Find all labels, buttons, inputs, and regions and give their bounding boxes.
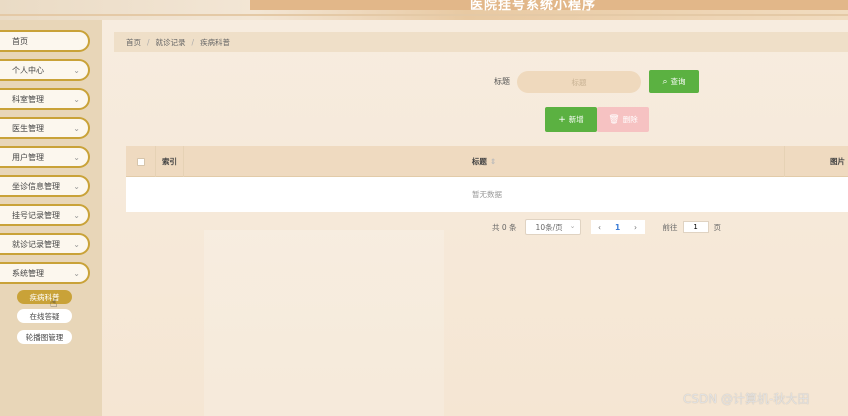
chevron-down-icon: ⌄ [73, 240, 80, 249]
select-all-checkbox[interactable] [136, 157, 145, 166]
delete-button[interactable]: 🗑 删除 [597, 107, 649, 132]
sidebar-item-visit-records[interactable]: 就诊记录管理 ⌄ [0, 233, 90, 255]
chevron-down-icon: ⌄ [73, 211, 80, 220]
page-size-value: 10条/页 [535, 222, 563, 232]
title-search-input[interactable] [517, 71, 641, 93]
sidebar-item-profile[interactable]: 个人中心 ⌄ [0, 59, 90, 81]
pagination: 共 0 条 10条/页 ⌄ ‹ 1 › 前往 页 [492, 219, 721, 235]
column-header-image: 图片 [830, 157, 845, 166]
submenu-item-carousel[interactable]: 轮播图管理 [17, 330, 72, 344]
table-header: 索引 标题 ⇕ 图片 [126, 146, 848, 177]
breadcrumb-visit-records[interactable]: 就诊记录 [156, 37, 186, 48]
sidebar-item-home[interactable]: 首页 [0, 30, 90, 52]
header-divider [0, 14, 848, 16]
chevron-down-icon: ⌄ [73, 182, 80, 191]
search-icon: ⌕ [662, 76, 668, 87]
sidebar-item-users[interactable]: 用户管理 ⌄ [0, 146, 90, 168]
breadcrumb-current: 疾病科普 [200, 37, 231, 47]
top-header: 医院挂号系统小程序 [0, 0, 848, 20]
sidebar-item-label: 医生管理 [12, 123, 44, 133]
hand-pointer-icon: ☝ [50, 296, 58, 310]
chevron-down-icon: ⌄ [73, 269, 80, 278]
search-label: 标题 [494, 77, 510, 86]
sidebar: 首页 个人中心 ⌄ 科室管理 ⌄ 医生管理 ⌄ 用户管理 ⌄ 坐诊信息管理 ⌄ … [0, 20, 102, 416]
sort-icon[interactable]: ⇕ [490, 157, 496, 166]
main-content: 首页 / 就诊记录 / 疾病科普 标题 ⌕ 查询 + 新增 🗑 删除 索引 标题… [102, 20, 848, 416]
goto-prefix: 前往 [662, 222, 678, 232]
pager: ‹ 1 › [590, 220, 645, 234]
breadcrumb-separator: / [191, 37, 195, 47]
submenu-item-online-qa[interactable]: 在线答疑 [17, 309, 72, 323]
next-page-icon[interactable]: › [627, 223, 645, 232]
breadcrumb: 首页 / 就诊记录 / 疾病科普 [114, 32, 848, 52]
sidebar-item-clinic-schedule[interactable]: 坐诊信息管理 ⌄ [0, 175, 90, 197]
add-button[interactable]: + 新增 [545, 107, 597, 132]
goto-suffix: 页 [713, 222, 722, 232]
search-button[interactable]: ⌕ 查询 [649, 70, 699, 93]
page-size-select[interactable]: 10条/页 ⌄ [524, 219, 581, 235]
sidebar-item-label: 坐诊信息管理 [12, 181, 60, 191]
watermark: CSDN @计算机-秋大田 [683, 392, 810, 406]
column-title-label: 标题 [471, 157, 487, 166]
column-header-index: 索引 [156, 146, 184, 177]
sidebar-item-label: 个人中心 [12, 65, 44, 75]
sidebar-item-label: 首页 [12, 36, 28, 46]
search-button-label: 查询 [670, 77, 686, 86]
sidebar-item-departments[interactable]: 科室管理 ⌄ [0, 88, 90, 110]
sidebar-item-label: 挂号记录管理 [12, 210, 60, 220]
trash-icon: 🗑 [608, 114, 620, 125]
sidebar-item-label: 系统管理 [12, 268, 44, 278]
chevron-down-icon: ⌄ [73, 124, 80, 133]
sidebar-item-doctors[interactable]: 医生管理 ⌄ [0, 117, 90, 139]
breadcrumb-home[interactable]: 首页 [126, 37, 141, 48]
add-button-label: 新增 [568, 115, 584, 124]
chevron-down-icon: ⌄ [73, 95, 80, 104]
chevron-down-icon: ⌄ [569, 222, 576, 230]
sidebar-item-label: 用户管理 [12, 152, 44, 162]
chevron-down-icon: ⌄ [73, 153, 80, 162]
submenu-item-disease-info[interactable]: 疾病科普 [17, 290, 72, 304]
delete-button-label: 删除 [622, 115, 638, 124]
plus-icon: + [558, 114, 566, 125]
sidebar-item-label: 科室管理 [12, 94, 44, 104]
column-header-title[interactable]: 标题 ⇕ [184, 146, 785, 177]
chevron-down-icon: ⌄ [73, 66, 80, 75]
prev-page-icon[interactable]: ‹ [591, 223, 609, 232]
sidebar-item-system[interactable]: 系统管理 ⌄ [0, 262, 90, 284]
sidebar-item-registrations[interactable]: 挂号记录管理 ⌄ [0, 204, 90, 226]
goto-page: 前往 页 [662, 221, 722, 233]
breadcrumb-separator: / [147, 37, 150, 47]
header-checkbox-cell [126, 146, 156, 177]
sidebar-item-label: 就诊记录管理 [12, 239, 60, 249]
goto-page-input[interactable] [682, 221, 709, 233]
app-title: 医院挂号系统小程序 [470, 0, 597, 13]
background-panel [204, 230, 444, 416]
total-count: 共 0 条 [492, 222, 517, 232]
page-number[interactable]: 1 [609, 223, 627, 232]
table-empty-state: 暂无数据 [126, 177, 848, 212]
data-table: 索引 标题 ⇕ 图片 暂无数据 [126, 146, 848, 212]
